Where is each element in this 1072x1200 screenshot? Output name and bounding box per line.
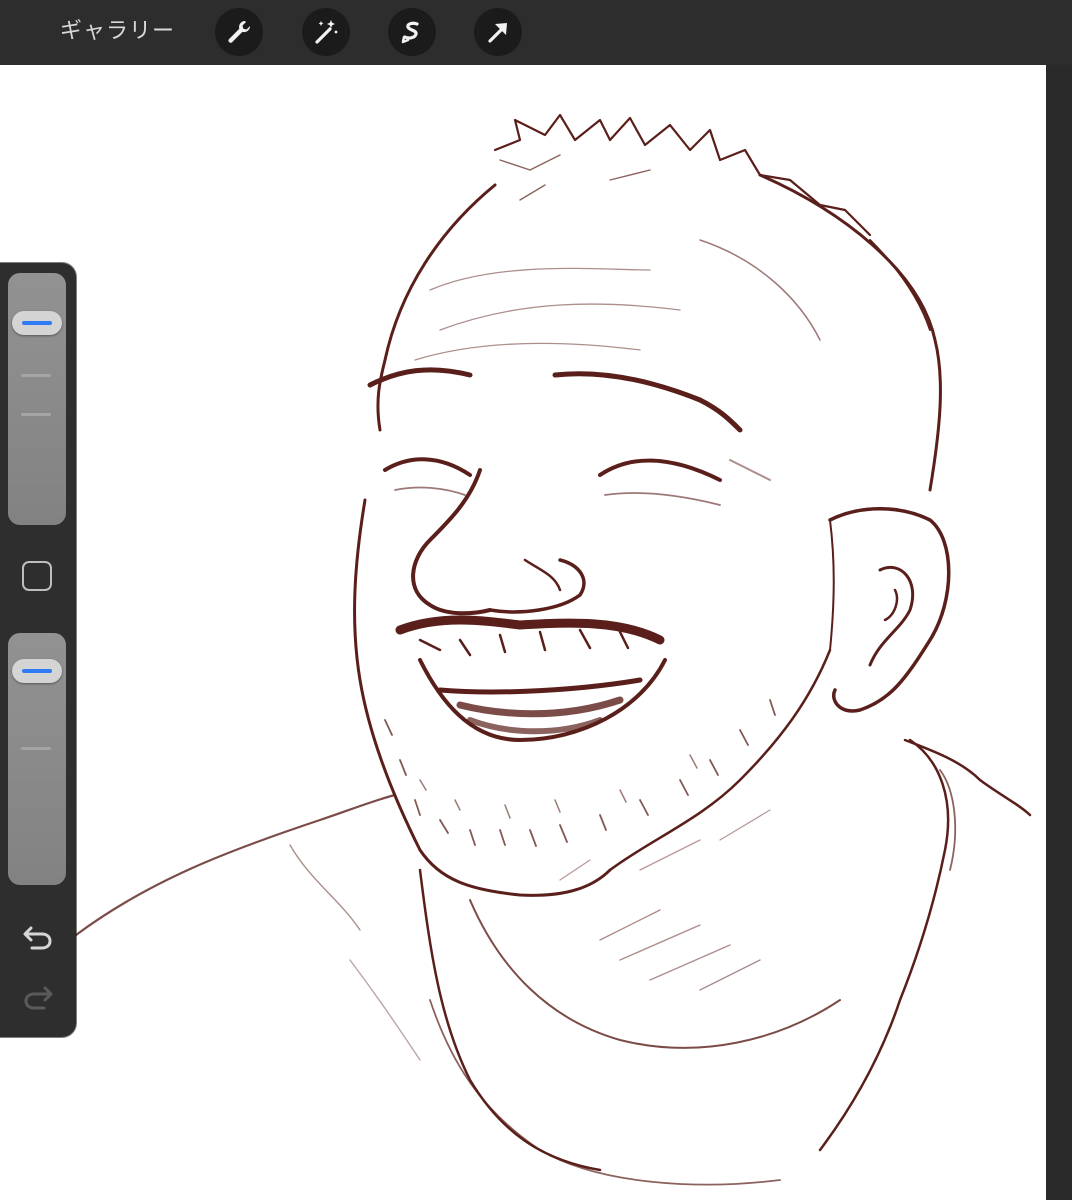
selection-button[interactable] xyxy=(388,8,436,56)
gallery-button[interactable]: ギャラリー xyxy=(60,16,175,48)
wrench-icon xyxy=(228,21,251,43)
brush-size-knob[interactable] xyxy=(12,311,62,335)
transform-button[interactable] xyxy=(474,8,522,56)
opacity-knob[interactable] xyxy=(12,659,62,683)
drawing-canvas[interactable] xyxy=(0,65,1046,1200)
brush-size-slider[interactable] xyxy=(8,273,66,525)
actions-button[interactable] xyxy=(215,8,263,56)
sketch-artwork xyxy=(74,113,1032,1186)
slider-tick xyxy=(21,374,51,377)
undo-icon xyxy=(23,926,52,950)
opacity-slider[interactable] xyxy=(8,633,66,885)
arrow-icon xyxy=(488,23,507,43)
redo-icon xyxy=(24,986,53,1010)
canvas-edge xyxy=(1046,65,1072,1200)
slider-tick xyxy=(21,413,51,416)
undo-button[interactable] xyxy=(20,918,56,954)
side-toolbar xyxy=(0,263,76,1037)
redo-button[interactable] xyxy=(20,978,56,1014)
selection-icon xyxy=(401,21,419,44)
adjustments-button[interactable] xyxy=(302,8,350,56)
magic-wand-icon xyxy=(315,20,338,44)
slider-tick xyxy=(21,747,51,750)
top-toolbar: ギャラリー xyxy=(0,0,1072,65)
modify-button[interactable] xyxy=(22,561,52,591)
